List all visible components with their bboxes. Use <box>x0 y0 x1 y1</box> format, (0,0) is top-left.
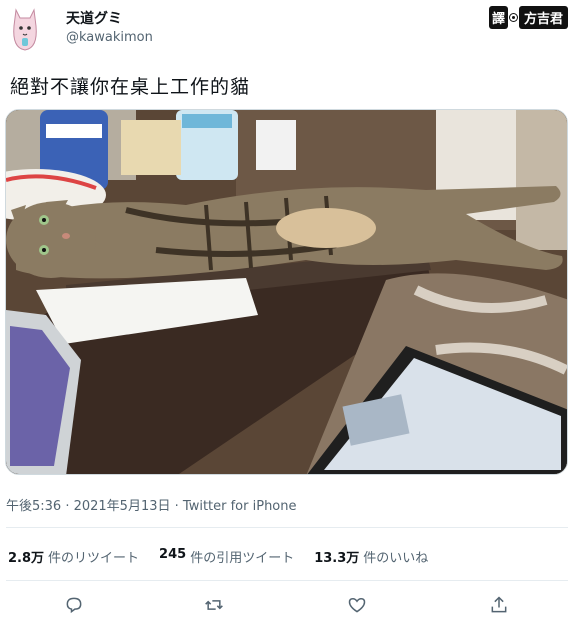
translator-label: 譯 <box>488 6 508 29</box>
tweet-source[interactable]: Twitter for iPhone <box>183 499 297 514</box>
retweet-icon <box>205 600 223 610</box>
reply-button[interactable] <box>63 594 85 616</box>
translator-name: 方吉君 <box>518 6 568 29</box>
engagement-stats: 2.8万 件のリツイート 245 件の引用ツイート 13.3万 件のいいね <box>8 547 428 566</box>
like-icon <box>348 597 366 613</box>
translator-badge: 譯 方吉君 <box>488 6 568 29</box>
tweet-text: 絕對不讓你在桌上工作的貓 <box>10 76 251 98</box>
retweet-count[interactable]: 2.8万 件のリツイート <box>8 547 139 566</box>
tweet-timestamp[interactable]: 午後5:36 · 2021年5月13日 · Twitter for iPhone <box>6 495 297 514</box>
display-name[interactable]: 天道グミ <box>66 8 122 28</box>
share-icon <box>491 596 507 613</box>
stat-label: 件の引用ツイート <box>190 551 295 566</box>
stat-count: 245 <box>159 547 187 562</box>
badge-dot <box>509 14 517 21</box>
divider <box>6 580 568 581</box>
share-button[interactable] <box>488 594 510 616</box>
avatar[interactable] <box>8 6 42 52</box>
quote-tweet-count[interactable]: 245 件の引用ツイート <box>159 547 294 566</box>
stat-label: 件のいいね <box>363 551 429 566</box>
stat-label: 件のリツイート <box>48 551 140 566</box>
action-bar <box>0 594 574 616</box>
user-handle[interactable]: @kawakimon <box>66 30 153 45</box>
stat-count: 2.8万 <box>8 551 45 566</box>
divider <box>6 527 568 528</box>
like-count[interactable]: 13.3万 件のいいね <box>314 547 428 566</box>
retweet-button[interactable] <box>203 594 225 616</box>
timestamp-text[interactable]: 午後5:36 · 2021年5月13日 <box>6 499 171 514</box>
tweet-photo[interactable] <box>5 109 568 475</box>
source-separator: · <box>174 499 183 514</box>
reply-icon <box>66 597 82 614</box>
stat-count: 13.3万 <box>314 551 360 566</box>
like-button[interactable] <box>346 594 368 616</box>
